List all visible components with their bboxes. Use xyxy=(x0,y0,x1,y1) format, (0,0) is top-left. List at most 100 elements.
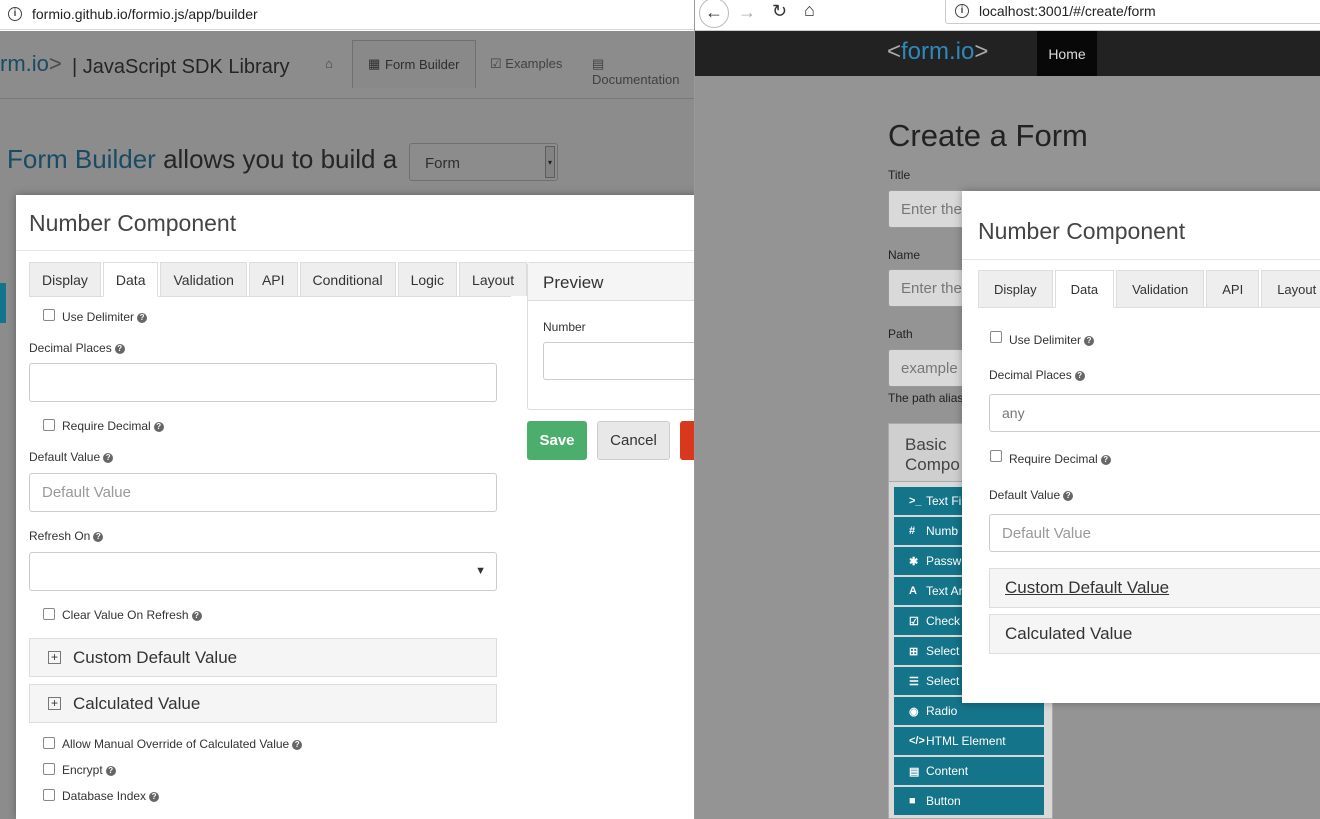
require-decimal-checkbox[interactable] xyxy=(43,419,55,431)
component-icon: ☰ xyxy=(909,675,919,688)
help-icon: ? xyxy=(191,610,202,621)
clear-value-checkbox[interactable] xyxy=(43,608,55,620)
help-icon: ? xyxy=(1074,370,1085,381)
encrypt-checkbox[interactable] xyxy=(43,763,55,775)
name-label: Name xyxy=(888,248,921,262)
component-icon: ✱ xyxy=(909,555,919,568)
help-icon: ? xyxy=(149,791,160,802)
component-icon: # xyxy=(909,525,916,537)
plus-icon: + xyxy=(48,697,61,710)
forward-arrow-icon[interactable]: → xyxy=(738,2,756,23)
help-icon: ? xyxy=(1100,454,1111,465)
create-form-title: Create a Form xyxy=(888,118,1088,153)
database-index-checkbox[interactable] xyxy=(43,789,55,801)
tab-data[interactable]: Data xyxy=(1054,270,1115,308)
component-icon: ◉ xyxy=(909,705,919,718)
preview-number-input[interactable] xyxy=(543,342,694,380)
right-component-tabs: Display Data Validation API Layout xyxy=(978,270,1320,308)
component-button[interactable]: ■ Button xyxy=(894,787,1044,815)
tab-data[interactable]: Data xyxy=(102,262,159,297)
number-component-modal: Number Component Display Data Validation… xyxy=(16,195,694,819)
right-browser-toolbar: ← → ↻ ⌂ i localhost:3001/#/create/form xyxy=(695,0,1320,31)
tab-api[interactable]: API xyxy=(1206,270,1260,307)
default-value-input[interactable]: Default Value xyxy=(29,473,497,512)
help-icon: ? xyxy=(93,531,104,542)
component-label: Button xyxy=(926,794,961,808)
component-label: Text Ar xyxy=(926,584,963,598)
component-icon: </> xyxy=(909,735,925,747)
component-button[interactable]: </> HTML Element xyxy=(894,727,1044,755)
decimal-places-input[interactable]: any xyxy=(989,394,1320,432)
tab-validation[interactable]: Validation xyxy=(160,262,247,296)
allow-override-checkbox[interactable] xyxy=(43,737,55,749)
default-value-input[interactable]: Default Value xyxy=(989,514,1320,552)
nav-home[interactable]: Home xyxy=(1037,31,1097,76)
component-label: Select xyxy=(926,674,960,688)
use-delimiter-label: Use Delimiter? xyxy=(1009,333,1095,347)
info-icon[interactable]: i xyxy=(955,4,969,18)
right-address-bar[interactable]: i localhost:3001/#/create/form xyxy=(945,0,1320,24)
title-label: Title xyxy=(888,168,911,182)
component-label: Passw xyxy=(926,554,962,568)
tab-validation[interactable]: Validation xyxy=(1116,270,1205,307)
left-browser-window: i formio.github.io/formio.js/app/builder… xyxy=(0,0,694,819)
tab-layout[interactable]: Layout xyxy=(459,262,528,296)
preview-panel: Preview Number xyxy=(527,262,694,410)
tab-layout[interactable]: Layout xyxy=(1261,270,1320,307)
require-decimal-label: Require Decimal? xyxy=(62,419,164,433)
home-icon[interactable]: ⌂ xyxy=(804,0,815,21)
cancel-button[interactable]: Cancel xyxy=(597,421,670,460)
component-tabs: Display Data Validation API Conditional … xyxy=(29,262,528,297)
path-help-text: The path alias xyxy=(888,391,964,405)
use-delimiter-checkbox[interactable] xyxy=(990,331,1002,343)
left-url-text[interactable]: formio.github.io/formio.js/app/builder xyxy=(32,6,258,22)
custom-default-value-panel[interactable]: Custom Default Value xyxy=(989,568,1320,608)
right-url-text[interactable]: localhost:3001/#/create/form xyxy=(979,3,1156,19)
formio-navbar: <form.io> Home xyxy=(695,31,1320,76)
component-icon: A xyxy=(909,585,917,597)
tab-conditional[interactable]: Conditional xyxy=(299,262,396,296)
use-delimiter-checkbox[interactable] xyxy=(43,309,55,321)
help-icon: ? xyxy=(1063,490,1074,501)
refresh-on-select[interactable]: ▼ xyxy=(29,552,497,591)
component-label: Content xyxy=(926,764,969,778)
calculated-value-panel[interactable]: + Calculated Value xyxy=(29,684,497,723)
left-address-bar[interactable]: i formio.github.io/formio.js/app/builder xyxy=(0,0,694,30)
component-label: HTML Element xyxy=(926,734,1006,748)
tab-display[interactable]: Display xyxy=(29,262,101,296)
preview-number-label: Number xyxy=(543,320,586,334)
decimal-places-label: Decimal Places? xyxy=(989,368,1085,382)
help-icon: ? xyxy=(103,452,114,463)
component-icon: ☑ xyxy=(909,615,919,628)
right-number-component-modal: Number Component Display Data Validation… xyxy=(962,191,1320,703)
info-icon[interactable]: i xyxy=(8,7,22,21)
reload-icon[interactable]: ↻ xyxy=(772,1,787,22)
component-icon: ▤ xyxy=(909,765,920,778)
remove-button[interactable] xyxy=(680,421,694,460)
component-label: Text Fi xyxy=(926,494,962,508)
tab-api[interactable]: API xyxy=(248,262,298,296)
require-decimal-checkbox[interactable] xyxy=(990,450,1002,462)
tab-logic[interactable]: Logic xyxy=(397,262,458,296)
custom-default-value-panel[interactable]: + Custom Default Value xyxy=(29,638,497,677)
right-modal-divider xyxy=(962,259,1320,260)
save-button[interactable]: Save xyxy=(527,421,587,460)
component-label: Select xyxy=(926,644,960,658)
right-modal-title: Number Component xyxy=(978,218,1186,244)
decimal-places-input[interactable] xyxy=(29,363,497,402)
formio-logo[interactable]: <form.io> xyxy=(887,38,988,66)
component-icon: >_ xyxy=(909,495,922,507)
tab-display[interactable]: Display xyxy=(978,270,1053,307)
component-button[interactable]: ▤ Content xyxy=(894,757,1044,785)
calculated-value-panel[interactable]: Calculated Value xyxy=(989,614,1320,654)
component-icon: ■ xyxy=(909,795,916,807)
allow-override-label: Allow Manual Override of Calculated Valu… xyxy=(62,737,303,751)
default-value-label: Default Value? xyxy=(989,488,1074,502)
help-icon: ? xyxy=(292,739,303,750)
encrypt-label: Encrypt? xyxy=(62,763,116,777)
component-label: Numb xyxy=(926,524,959,538)
right-browser-window: ← → ↻ ⌂ i localhost:3001/#/create/form <… xyxy=(694,0,1320,819)
modal-title: Number Component xyxy=(29,210,237,236)
back-arrow-icon[interactable]: ← xyxy=(699,0,729,28)
use-delimiter-label: Use Delimiter? xyxy=(62,310,148,324)
